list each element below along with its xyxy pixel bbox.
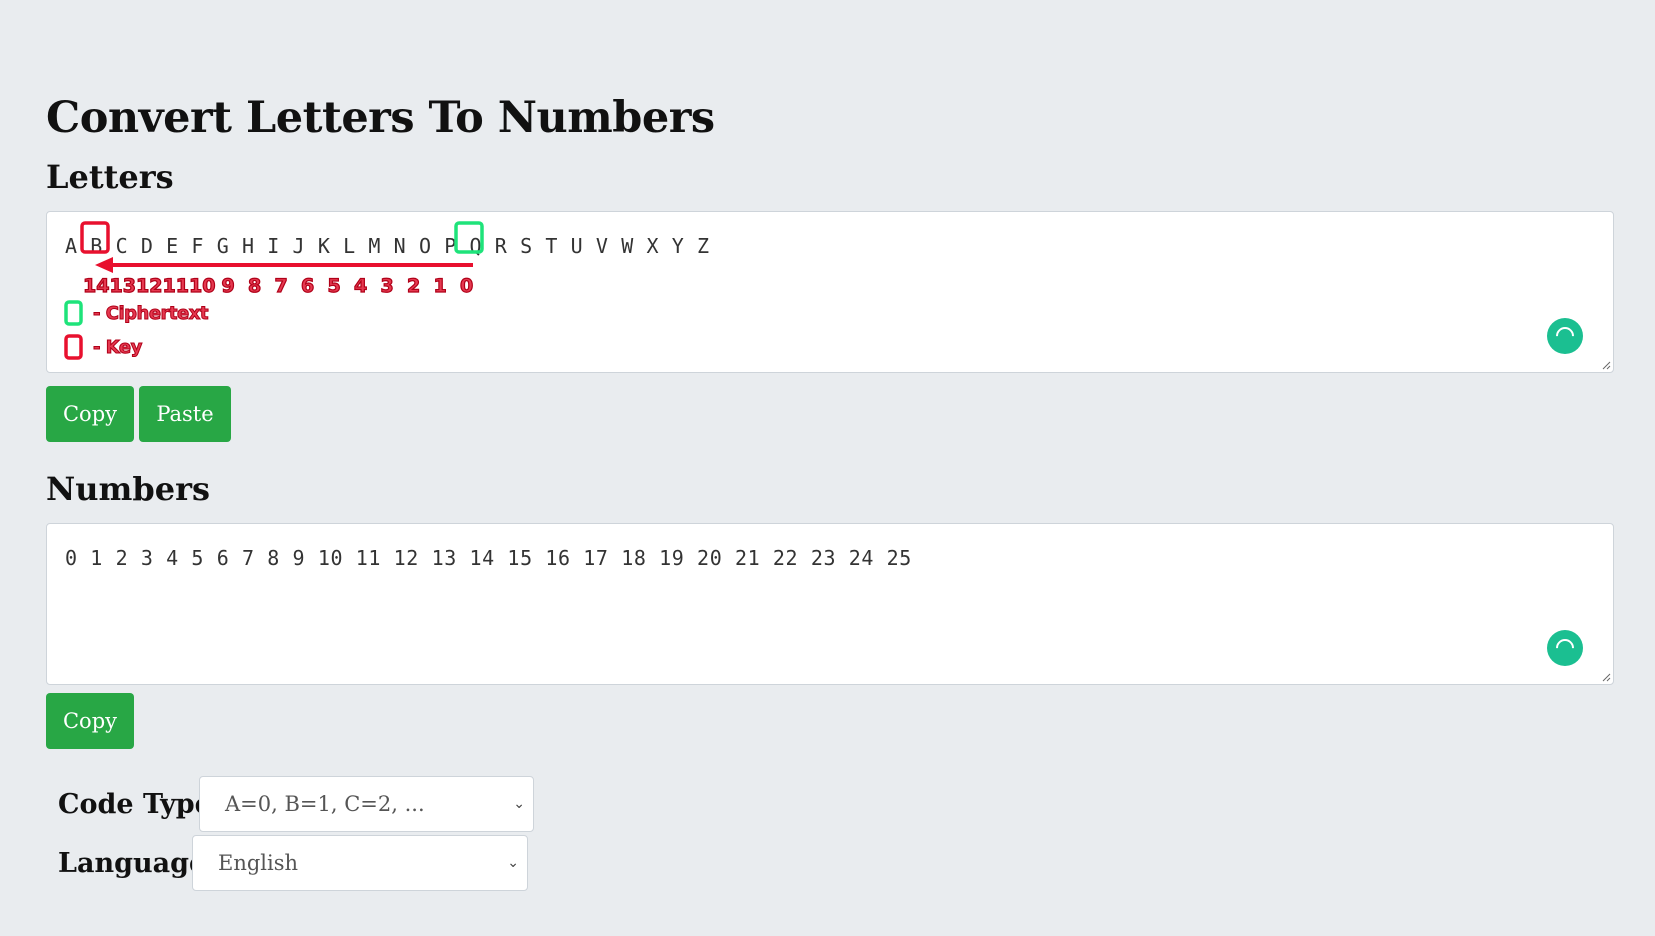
shift-number-label: 2 xyxy=(406,274,421,297)
shift-number-label: 0 xyxy=(459,274,474,297)
language-value: English xyxy=(218,851,299,875)
page-title: Convert Letters To Numbers xyxy=(46,93,715,143)
numbers-textarea[interactable]: 0 1 2 3 4 5 6 7 8 9 10 11 12 13 14 15 16… xyxy=(46,523,1614,685)
shift-number-label: 13 xyxy=(109,274,137,297)
chevron-down-icon: ⌄ xyxy=(513,796,525,812)
shift-number-label: 3 xyxy=(380,274,394,297)
shift-number-label: 9 xyxy=(221,274,235,297)
shift-number-label: 4 xyxy=(353,274,368,297)
code-type-label: Code Type xyxy=(58,789,212,820)
resize-grip-icon[interactable] xyxy=(1601,360,1611,370)
numbers-copy-button[interactable]: Copy xyxy=(46,693,134,749)
key-legend-label: - Key xyxy=(93,337,143,359)
letters-copy-button[interactable]: Copy xyxy=(46,386,134,442)
letters-paste-button[interactable]: Paste xyxy=(139,386,231,442)
shift-number-label: 11 xyxy=(162,274,190,297)
shift-number-label: 14 xyxy=(82,274,110,297)
ciphertext-legend-box xyxy=(64,300,83,326)
numbers-text: 0 1 2 3 4 5 6 7 8 9 10 11 12 13 14 15 16… xyxy=(65,546,912,570)
grammar-check-icon[interactable] xyxy=(1547,318,1583,354)
chevron-down-icon: ⌄ xyxy=(507,855,519,871)
numbers-heading: Numbers xyxy=(46,470,210,508)
grammar-check-icon[interactable] xyxy=(1547,630,1583,666)
ciphertext-legend-label: - Ciphertext xyxy=(93,303,209,325)
shift-number-label: 10 xyxy=(188,274,216,297)
letters-heading: Letters xyxy=(46,158,174,196)
language-select[interactable]: English ⌄ xyxy=(192,835,528,891)
shift-number-label: 12 xyxy=(135,274,163,297)
shift-number-label: 6 xyxy=(300,274,315,297)
key-legend-box xyxy=(64,334,83,360)
code-type-select[interactable]: A=0, B=1, C=2, ... ⌄ xyxy=(199,776,534,832)
code-type-value: A=0, B=1, C=2, ... xyxy=(225,792,425,816)
letters-textarea[interactable]: A B C D E F G H I J K L M N O P Q R S T … xyxy=(46,211,1614,373)
shift-number-label: 8 xyxy=(247,274,262,297)
shift-arrow-head xyxy=(95,257,113,273)
shift-number-label: 5 xyxy=(327,274,341,297)
ciphertext-highlight-box xyxy=(454,221,484,254)
language-label: Language xyxy=(58,848,207,879)
shift-number-label: 1 xyxy=(433,274,447,297)
shift-number-label: 7 xyxy=(274,274,288,297)
resize-grip-icon[interactable] xyxy=(1601,672,1611,682)
key-highlight-box xyxy=(80,221,110,254)
